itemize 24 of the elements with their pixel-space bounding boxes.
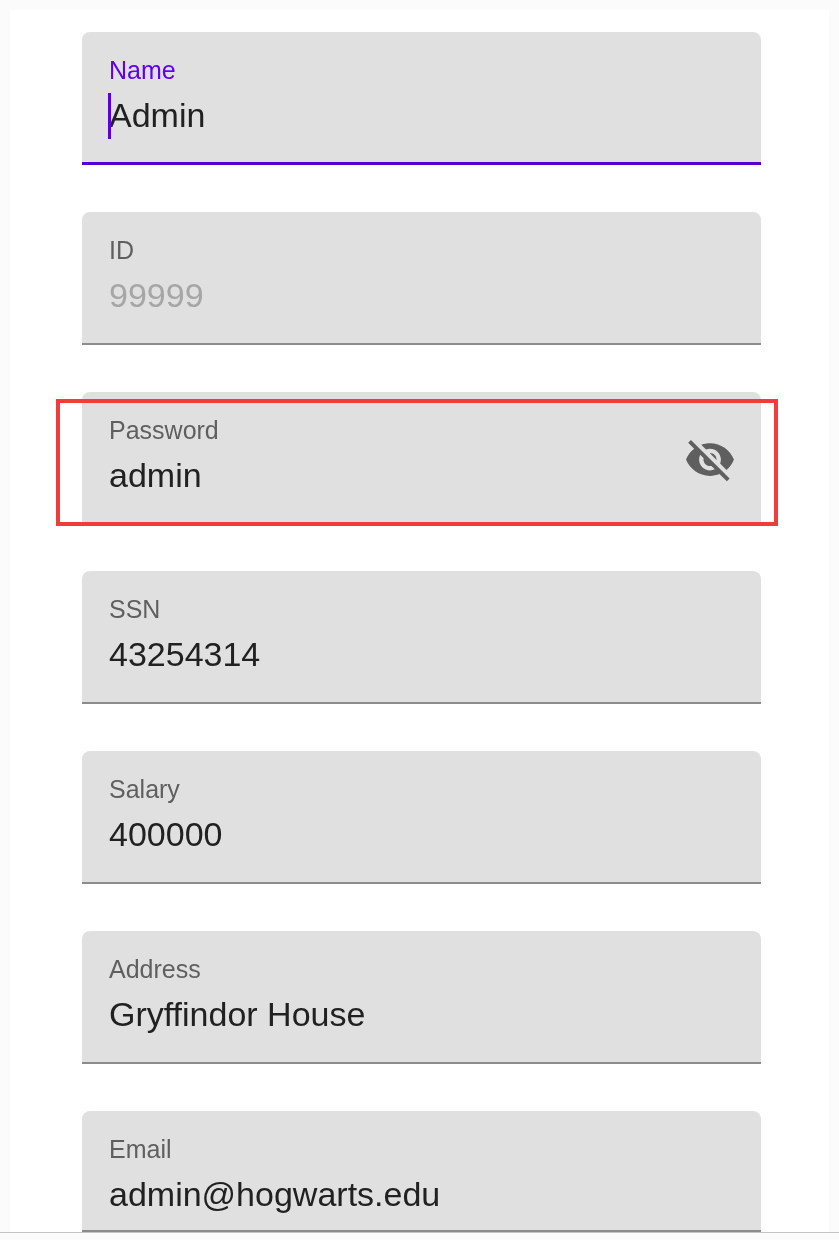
field-label: Salary [109, 774, 180, 805]
text-field[interactable]: SSN 43254314 [82, 571, 761, 705]
field-label: ID [109, 234, 134, 265]
password-field[interactable]: Password admin [82, 391, 761, 525]
field-label: Password [109, 414, 219, 445]
password-input[interactable]: admin [109, 454, 686, 495]
text-field[interactable]: Address Gryffindor House [82, 931, 761, 1064]
visibility-toggle-button[interactable] [686, 439, 734, 482]
text-input[interactable]: 43254314 [109, 634, 734, 675]
text-input[interactable]: Gryffindor House [109, 994, 734, 1034]
text-input[interactable]: admin@hogwarts.edu [109, 1173, 734, 1214]
field-label: Email [109, 1133, 172, 1164]
text-input[interactable]: 400000 [109, 814, 734, 855]
field-label: SSN [109, 594, 161, 625]
text-cursor [108, 93, 111, 139]
text-input[interactable]: Admin [109, 95, 734, 135]
text-field[interactable]: Salary 400000 [82, 751, 761, 885]
text-input[interactable]: 99999 [109, 274, 734, 315]
text-field[interactable]: Name Admin [82, 32, 761, 165]
field-label: Address [109, 954, 201, 984]
eye-off-icon [686, 439, 734, 482]
field-label: Name [109, 55, 176, 85]
text-field[interactable]: ID 99999 [82, 211, 761, 345]
text-field[interactable]: Email admin@hogwarts.edu [82, 1110, 761, 1232]
